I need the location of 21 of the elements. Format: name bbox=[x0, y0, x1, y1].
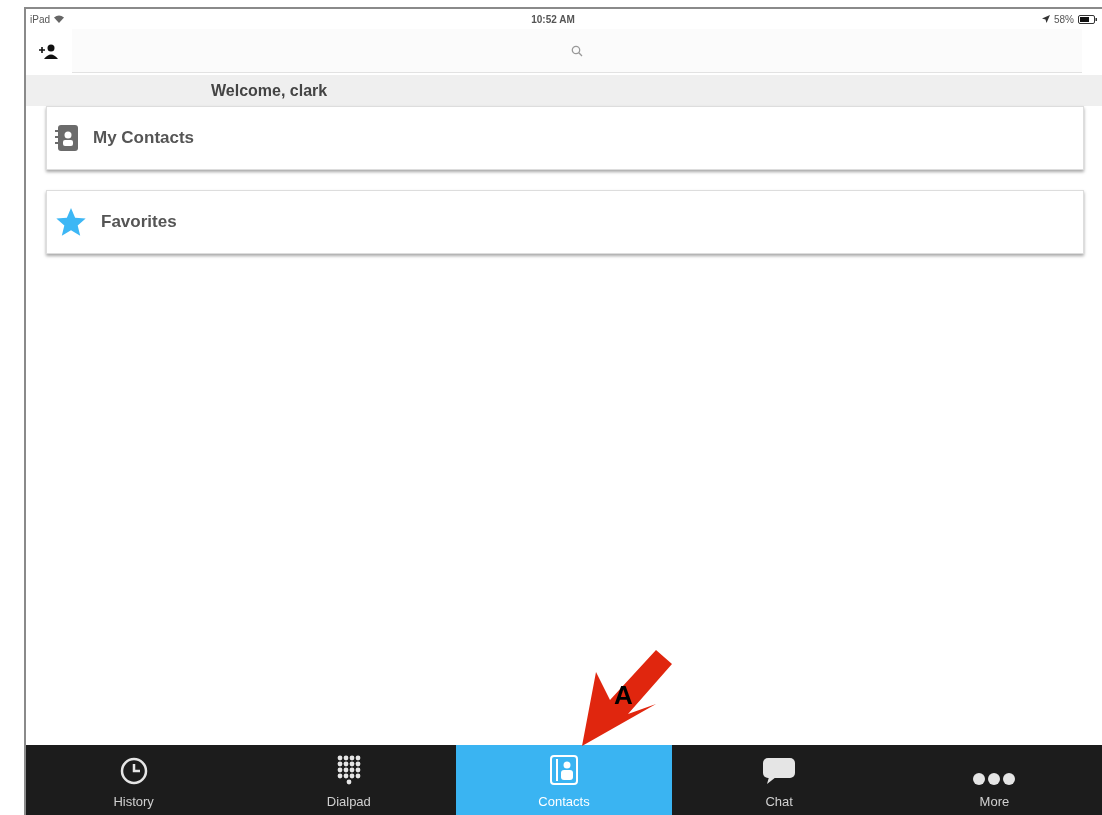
add-person-icon bbox=[39, 44, 59, 60]
wifi-icon bbox=[54, 15, 64, 23]
search-icon bbox=[571, 44, 583, 57]
chat-bubble-icon bbox=[761, 755, 798, 786]
star-icon bbox=[55, 206, 87, 238]
battery-icon bbox=[1078, 14, 1098, 24]
menu-card-label: Favorites bbox=[101, 211, 177, 234]
location-icon bbox=[1041, 15, 1050, 23]
keypad-icon bbox=[335, 753, 362, 786]
contact-card-icon bbox=[549, 753, 579, 786]
menu-card-label: My Contacts bbox=[93, 127, 195, 150]
menu-card[interactable]: Favorites bbox=[46, 190, 1084, 254]
menu-card[interactable]: My Contacts bbox=[46, 106, 1084, 170]
device-name: iPad bbox=[30, 12, 50, 27]
battery-percent: 58% bbox=[1053, 12, 1074, 27]
welcome-text: Welcome, clark bbox=[211, 80, 328, 101]
more-icon bbox=[972, 771, 1017, 786]
address-book-icon bbox=[55, 124, 79, 152]
clock-icon bbox=[118, 755, 149, 786]
callout-label: A bbox=[614, 682, 633, 708]
status-time: 10:52 AM bbox=[531, 12, 575, 27]
